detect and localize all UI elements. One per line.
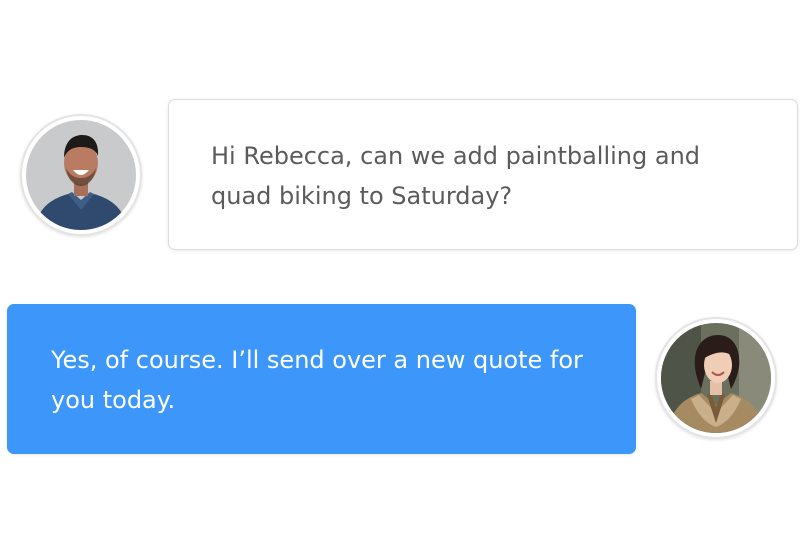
woman-avatar-icon bbox=[655, 317, 777, 439]
woman-avatar-image bbox=[661, 323, 771, 433]
incoming-message-text: Hi Rebecca, can we add paintballing and … bbox=[211, 142, 701, 210]
outgoing-message-text: Yes, of course. I’ll send over a new quo… bbox=[51, 346, 583, 414]
outgoing-message-bubble: Yes, of course. I’ll send over a new quo… bbox=[7, 304, 636, 454]
man-avatar-icon bbox=[20, 114, 142, 236]
chat-conversation: Hi Rebecca, can we add paintballing and … bbox=[0, 0, 800, 555]
incoming-message-bubble: Hi Rebecca, can we add paintballing and … bbox=[168, 99, 798, 250]
man-avatar-image bbox=[26, 120, 136, 230]
